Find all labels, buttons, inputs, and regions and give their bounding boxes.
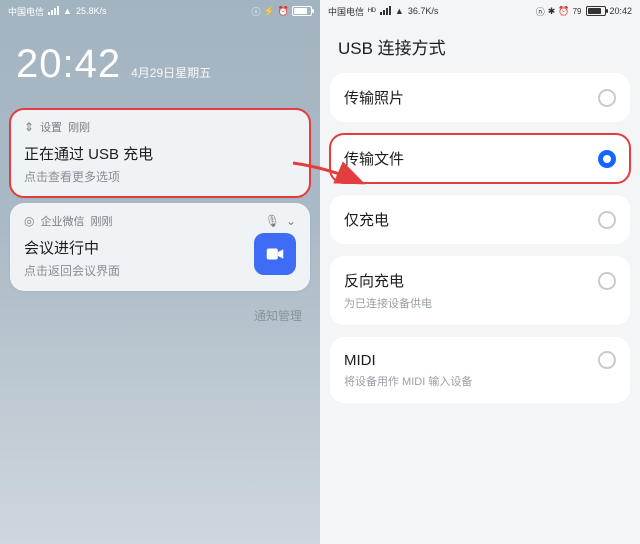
lockscreen-phone: 中国电信 ▲ 25.8K/s ⓘ ⚡ ⏰ 20:42 4月29日星期五 ⇕ 设置…: [0, 0, 320, 544]
option-midi[interactable]: MIDI 将设备用作 MIDI 输入设备: [330, 337, 630, 403]
signal-icon: [48, 6, 59, 17]
radio-icon[interactable]: [598, 89, 616, 107]
notification-manage-link[interactable]: 通知管理: [0, 297, 320, 324]
battery-icon: [586, 6, 606, 16]
radio-icon[interactable]: [598, 351, 616, 369]
option-label: 传输文件: [344, 148, 598, 169]
clock-time: 20:42: [609, 6, 632, 16]
bt-icon: ✱: [548, 6, 556, 17]
option-reverse-charge[interactable]: 反向充电 为已连接设备供电: [330, 256, 630, 325]
chevron-down-icon[interactable]: ⌄: [286, 214, 296, 228]
notif-title: 会议进行中: [24, 237, 254, 258]
alarm-icon: ⏰: [558, 6, 569, 17]
page-title: USB 连接方式: [320, 20, 640, 69]
battery-pct: 79: [573, 7, 582, 16]
wifi-icon: ▲: [395, 6, 404, 16]
option-sub: 将设备用作 MIDI 输入设备: [344, 373, 616, 389]
usb-mode-list: 传输照片 传输文件 仅充电 反向充电 为已连接设备供电 MI: [320, 69, 640, 419]
bolt-icon: ⚡: [264, 6, 275, 17]
hd-badge: ᴴᴰ: [368, 6, 376, 16]
option-transfer-files[interactable]: 传输文件: [330, 134, 630, 183]
wework-app-icon: ◎: [24, 214, 34, 228]
radio-icon[interactable]: [598, 211, 616, 229]
option-transfer-photos[interactable]: 传输照片: [330, 73, 630, 122]
notif-app: 设置: [40, 119, 62, 135]
usb-settings-phone: 中国电信 ᴴᴰ ▲ 36.7K/s ⓝ ✱ ⏰ 79 20:42 USB 连接方…: [320, 0, 640, 544]
radio-icon[interactable]: [598, 272, 616, 290]
clock-date: 4月29日星期五: [131, 64, 211, 81]
nfc-icon: ⓝ: [536, 5, 545, 18]
radio-icon-selected[interactable]: [598, 150, 616, 168]
notif-when: 刚刚: [90, 213, 112, 229]
notif-when: 刚刚: [68, 119, 90, 135]
carrier-label: 中国电信: [8, 5, 44, 18]
option-sub: 为已连接设备供电: [344, 295, 616, 311]
net-speed: 36.7K/s: [408, 6, 439, 16]
statusbar-right: 中国电信 ᴴᴰ ▲ 36.7K/s ⓝ ✱ ⏰ 79 20:42: [320, 0, 640, 20]
meeting-notification[interactable]: ◎ 企业微信 刚刚 🎙 ⌄ 会议进行中 点击返回会议界面: [10, 203, 310, 291]
mic-icon: 🎙: [265, 214, 280, 228]
clock-row: 20:42 4月29日星期五: [0, 20, 320, 103]
notif-subtitle: 点击查看更多选项: [24, 168, 296, 185]
alarm-icon: ⏰: [278, 6, 289, 17]
usb-icon: ⇕: [24, 120, 34, 134]
option-label: 传输照片: [344, 87, 598, 108]
option-charge-only[interactable]: 仅充电: [330, 195, 630, 244]
bt-icon: ⓘ: [252, 5, 261, 18]
statusbar-left: 中国电信 ▲ 25.8K/s ⓘ ⚡ ⏰: [0, 0, 320, 20]
usb-charging-notification[interactable]: ⇕ 设置 刚刚 正在通过 USB 充电 点击查看更多选项: [10, 109, 310, 197]
notif-app: 企业微信: [40, 213, 84, 229]
option-label: 仅充电: [344, 209, 598, 230]
wifi-icon: ▲: [63, 6, 72, 16]
option-label: 反向充电: [344, 270, 598, 291]
notif-title: 正在通过 USB 充电: [24, 143, 296, 164]
option-label: MIDI: [344, 352, 598, 369]
net-speed: 25.8K/s: [76, 6, 107, 16]
meeting-app-icon[interactable]: [254, 233, 296, 275]
notif-subtitle: 点击返回会议界面: [24, 262, 254, 279]
carrier-label: 中国电信: [328, 5, 364, 18]
battery-icon: [292, 6, 312, 16]
signal-icon: [380, 6, 391, 17]
clock-time: 20:42: [16, 42, 121, 87]
